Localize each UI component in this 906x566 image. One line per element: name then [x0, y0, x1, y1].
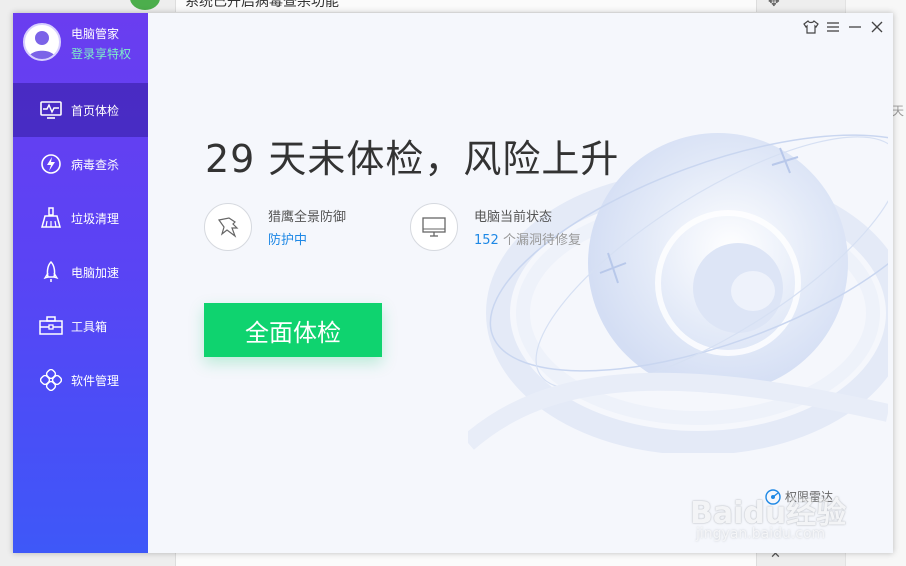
- falcon-icon: [204, 203, 252, 251]
- sidebar: 电脑管家 登录享特权 首页体检 病毒查杀 垃圾清理 电脑加速 工具箱 软件管理: [13, 13, 148, 553]
- background-right-text: 天: [892, 104, 905, 118]
- status-value: 防护中: [268, 233, 308, 248]
- broom-icon: [39, 206, 63, 230]
- sidebar-item-virus-scan[interactable]: 病毒查杀: [13, 137, 148, 191]
- menu-icon[interactable]: [825, 19, 841, 35]
- vulnerability-suffix: 个漏洞待修复: [498, 233, 581, 248]
- sidebar-item-label: 病毒查杀: [71, 157, 120, 172]
- status-title: 猎鹰全景防御: [268, 210, 347, 225]
- status-title: 电脑当前状态: [474, 210, 553, 225]
- sidebar-item-toolbox[interactable]: 工具箱: [13, 299, 148, 353]
- user-name: 电脑管家: [71, 27, 120, 41]
- full-checkup-button[interactable]: 全面体检: [204, 303, 382, 357]
- background-top-text: 系统已开启病毒查杀功能: [185, 0, 339, 10]
- rocket-icon: [39, 260, 63, 284]
- background-bottom-strip: [175, 553, 757, 566]
- app-window: 电脑管家 登录享特权 首页体检 病毒查杀 垃圾清理 电脑加速 工具箱 软件管理 …: [13, 13, 893, 553]
- close-icon[interactable]: [869, 19, 885, 35]
- software-grid-icon: [39, 368, 63, 392]
- watermark: Baidu经验 jingyan.baidu.com: [690, 488, 870, 548]
- sidebar-nav: 首页体检 病毒查杀 垃圾清理 电脑加速 工具箱 软件管理: [13, 83, 148, 407]
- sidebar-item-junk-clean[interactable]: 垃圾清理: [13, 191, 148, 245]
- monitor-icon: [410, 203, 458, 251]
- status-value: 152 个漏洞待修复: [474, 229, 581, 248]
- sidebar-item-label: 首页体检: [71, 103, 120, 118]
- lightning-shield-icon: [39, 152, 63, 176]
- sidebar-item-label: 电脑加速: [71, 265, 120, 280]
- background-status-icon: [130, 0, 160, 10]
- monitor-pulse-icon: [39, 98, 63, 122]
- window-controls: [803, 19, 885, 35]
- move-icon: ✥: [768, 0, 780, 10]
- sidebar-item-label: 工具箱: [71, 319, 108, 334]
- sidebar-item-pc-speedup[interactable]: 电脑加速: [13, 245, 148, 299]
- skin-icon[interactable]: [803, 19, 819, 35]
- sidebar-item-home-checkup[interactable]: 首页体检: [13, 83, 148, 137]
- avatar[interactable]: [23, 23, 61, 61]
- toolbox-icon: [39, 314, 63, 338]
- vulnerability-count: 152: [474, 233, 499, 248]
- user-profile[interactable]: 电脑管家 登录享特权: [23, 23, 148, 83]
- sidebar-item-software-manager[interactable]: 软件管理: [13, 353, 148, 407]
- page-title: 29 天未体检，风险上升: [205, 137, 620, 181]
- sidebar-item-label: 软件管理: [71, 373, 120, 388]
- watermark-sub: jingyan.baidu.com: [696, 526, 826, 542]
- main-panel: 29 天未体检，风险上升 猎鹰全景防御 防护中 电脑当前状态 152 个漏洞待修…: [148, 13, 893, 553]
- login-link[interactable]: 登录享特权: [71, 45, 131, 62]
- minimize-icon[interactable]: [847, 19, 863, 35]
- status-card-defense[interactable]: 猎鹰全景防御 防护中: [204, 203, 346, 251]
- sidebar-item-label: 垃圾清理: [71, 211, 120, 226]
- status-card-pc-state[interactable]: 电脑当前状态 152 个漏洞待修复: [410, 203, 581, 251]
